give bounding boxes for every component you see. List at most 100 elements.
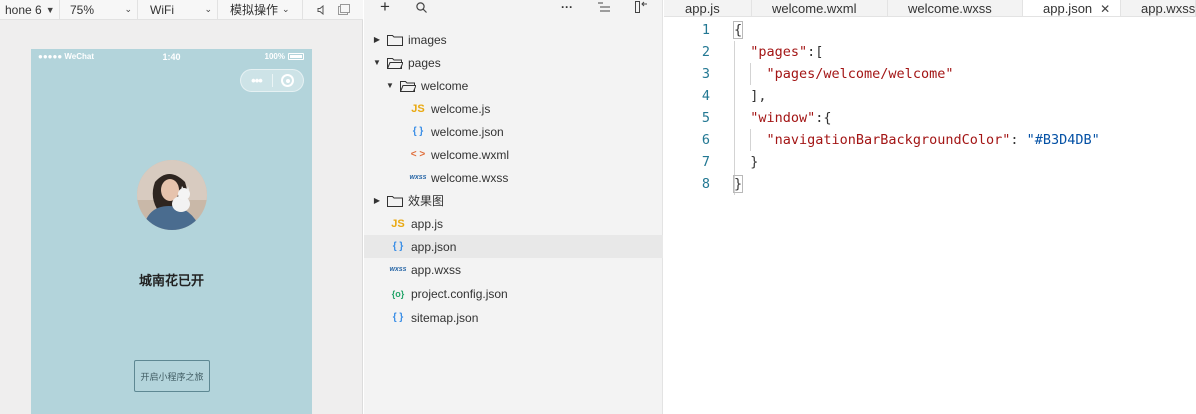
code-text: "pages/welcome/welcome" [766,66,954,82]
collapse-button[interactable] [597,0,611,14]
wxss-file-icon: wxss [389,266,407,273]
battery-icon [288,53,304,60]
mini-program-capsule: ••• [240,69,304,92]
code-line: 1{ [664,19,1196,41]
collapse-list-icon [598,2,610,12]
file-item[interactable]: JS app.js [364,212,663,235]
folder-item[interactable]: ▼ pages [364,51,663,74]
chevron-down-icon: ⌄ [124,4,132,14]
editor-tab[interactable]: app.wxss [1121,0,1196,16]
folder-item[interactable]: ▼ welcome [364,74,663,97]
code-line: 4 ], [664,85,1196,107]
folder-item[interactable]: ▶ 效果图 [364,189,663,212]
tree-item-label: images [408,32,447,47]
code-text: { [732,21,744,39]
chevron-down-icon: ⌄ [282,4,290,14]
action-select-label: 模拟操作 [230,3,279,17]
tree-item-label: project.config.json [411,286,508,301]
more-actions-button[interactable]: ··· [560,0,574,14]
editor-tab[interactable]: app.json ✕ [1023,0,1121,16]
file-item[interactable]: < > welcome.wxml [364,143,663,166]
file-explorer: + ··· ▶ images ▼ pages ▼ welcome JS welcome.js {… [364,0,663,414]
editor-tab[interactable]: app.js [664,0,752,16]
split-button[interactable] [634,0,648,14]
folder-open-icon [386,57,404,69]
file-item[interactable]: wxss welcome.wxss [364,166,663,189]
chevron-down-icon: ▼ [45,4,55,15]
battery-status: 100% [265,52,304,61]
chevron-right-icon[interactable]: ▶ [372,35,382,44]
file-item[interactable]: {o} project.config.json [364,282,663,305]
battery-percent: 100% [264,52,285,61]
tree-item-label: sitemap.json [411,310,479,325]
status-bar: ●●●●● WeChat 1:40 100% [31,49,312,65]
tree-item-label: welcome [421,78,469,93]
code-line: 5 "window":{ [664,107,1196,129]
phone-screen: ●●●●● WeChat 1:40 100% ••• 城南花已开 开启小程序之旅 [31,49,312,414]
code-text: "pages":[ [750,44,824,60]
split-view-icon [635,1,647,13]
avatar [137,160,207,230]
device-select[interactable]: hone 6 ▼ [0,0,60,20]
tree-item-label: app.wxss [411,262,462,277]
folder-item[interactable]: ▶ images [364,28,663,51]
ellipsis-icon: ··· [561,0,573,14]
close-mini-program-button[interactable] [273,74,303,87]
config-file-icon: {o} [391,288,405,299]
tab-label: app.wxss [1141,1,1196,16]
explorer-toolbar: + ··· [364,0,663,16]
network-select[interactable]: WiFi ⌄ [138,0,218,20]
code-line: 6 "navigationBarBackgroundColor": "#B3D4… [664,129,1196,151]
line-number: 2 [701,44,710,60]
code-text: } [734,154,759,170]
tab-label: welcome.wxss [908,1,992,16]
network-select-label: WiFi [150,2,174,17]
file-item[interactable]: wxss app.wxss [364,258,663,281]
simulator-panel: hone 6 ▼ 75% ⌄ WiFi ⌄ 模拟操作 ⌄ ●●●●● WeChat 1:… [0,0,363,414]
code-text: "window":{ [750,110,832,126]
chevron-right-icon[interactable]: ▶ [372,196,382,205]
file-item[interactable]: { } app.json [364,235,663,258]
code-line: 7 } [664,151,1196,173]
tree-item-label: 效果图 [408,194,445,208]
line-number: 3 [701,66,710,82]
wxss-file-icon: wxss [409,174,427,181]
folder-icon [387,195,403,207]
chevron-down-icon[interactable]: ▼ [385,81,395,90]
file-item[interactable]: { } welcome.json [364,120,663,143]
chevron-down-icon[interactable]: ▼ [372,58,382,67]
search-button[interactable] [414,0,428,14]
window-button[interactable] [333,0,355,20]
start-journey-button[interactable]: 开启小程序之旅 [134,360,210,392]
folder-open-icon [399,80,417,92]
target-icon [281,74,295,87]
add-button[interactable]: + [378,0,392,16]
line-number: 1 [701,22,710,38]
close-icon[interactable]: ✕ [1100,2,1110,16]
code-text: "navigationBarBackgroundColor": "#B3D4DB… [766,132,1100,148]
code-line: 2 "pages":[ [664,41,1196,63]
json-file-icon: { } [412,126,424,137]
code-text: } [732,175,744,193]
editor-tab[interactable]: welcome.wxml [752,0,888,16]
zoom-select[interactable]: 75% ⌄ [60,0,138,20]
json-file-icon: { } [392,241,404,252]
plus-icon: + [380,0,390,16]
simulator-toolbar: hone 6 ▼ 75% ⌄ WiFi ⌄ 模拟操作 ⌄ [0,0,363,20]
js-file-icon: JS [411,102,425,115]
chevron-down-icon: ⌄ [204,4,212,14]
wxml-file-icon: < > [410,149,426,160]
line-number: 6 [701,132,710,148]
tree-item-label: welcome.json [431,124,504,139]
tree-item-label: welcome.js [431,101,491,116]
editor-tab[interactable]: welcome.wxss [888,0,1023,16]
action-select[interactable]: 模拟操作 ⌄ [218,0,303,20]
file-item[interactable]: JS welcome.js [364,97,663,120]
code-editor: app.js welcome.wxml welcome.wxss app.json ✕ a… [664,0,1196,414]
more-button[interactable]: ••• [241,73,272,88]
mute-button[interactable] [311,0,333,20]
speaker-icon [317,4,324,15]
editor-tabs: app.js welcome.wxml welcome.wxss app.json ✕ a… [664,0,1196,17]
code-area[interactable]: 1{2 "pages":[3 "pages/welcome/welcome" 4 … [664,19,1196,195]
file-item[interactable]: { } sitemap.json [364,306,663,329]
